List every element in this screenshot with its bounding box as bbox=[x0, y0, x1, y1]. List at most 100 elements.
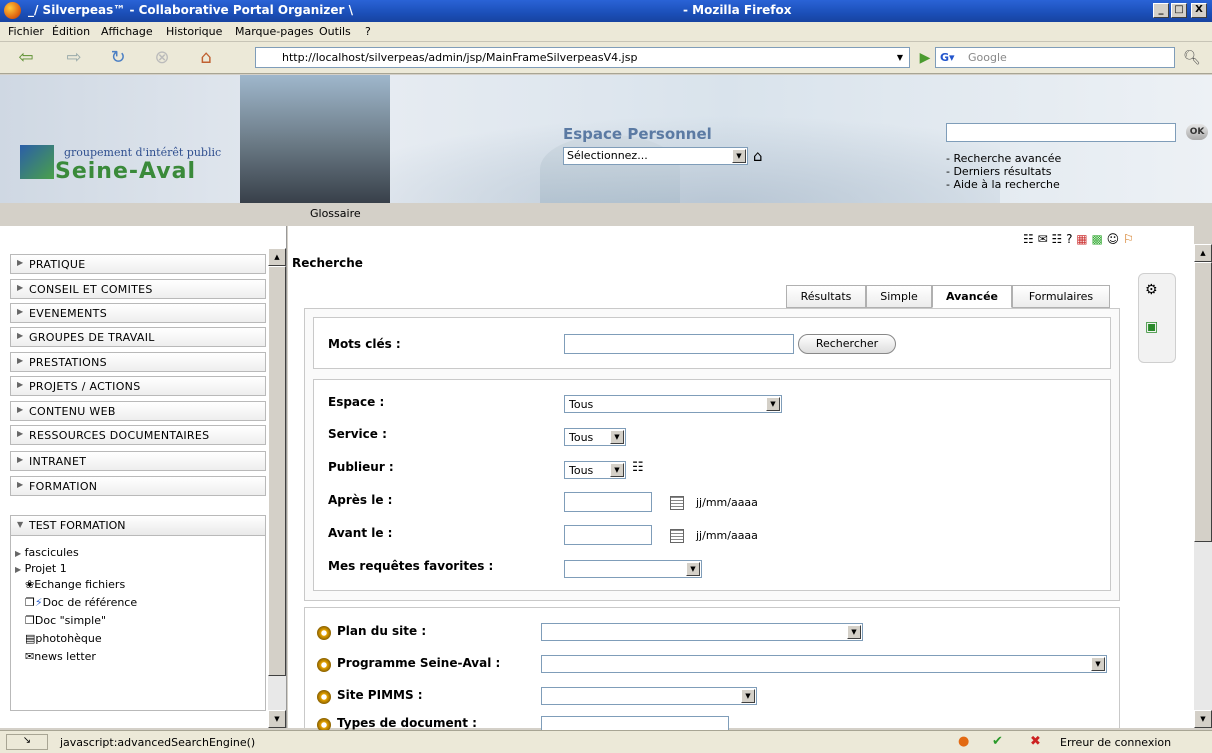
link-recherche-avancee[interactable]: - Recherche avancée bbox=[946, 152, 1061, 165]
map-icon[interactable]: ▦ bbox=[1076, 232, 1087, 246]
main-scroll-thumb[interactable] bbox=[1194, 262, 1212, 542]
notify-icon[interactable]: ⚙︎ bbox=[1145, 282, 1158, 298]
go-icon[interactable]: ▶ bbox=[913, 47, 937, 69]
chevron-down-icon[interactable]: ▼ bbox=[610, 430, 624, 444]
avant-date-input[interactable] bbox=[564, 525, 652, 545]
mail-icon[interactable]: ✉︎ bbox=[1038, 232, 1048, 246]
minimize-button[interactable]: _ bbox=[1153, 3, 1169, 18]
close-button[interactable]: X bbox=[1191, 3, 1207, 18]
menu-intranet[interactable]: ▶ INTRANET bbox=[10, 451, 266, 471]
menu-edition[interactable]: Édition bbox=[52, 25, 90, 38]
scroll-down-icon[interactable]: ▼ bbox=[268, 710, 286, 728]
chevron-down-icon[interactable]: ▼ bbox=[1091, 657, 1105, 671]
plan-dropdown[interactable]: ▼ bbox=[541, 623, 863, 641]
arrow-right-icon: ▶ bbox=[17, 429, 24, 438]
rechercher-button[interactable]: Rechercher bbox=[798, 334, 896, 354]
favorites-dropdown[interactable]: ▼ bbox=[564, 560, 702, 578]
menu-fichier[interactable]: Fichier bbox=[8, 25, 44, 38]
menu-contenu-web[interactable]: ▶ CONTENU WEB bbox=[10, 401, 266, 421]
error-icon[interactable]: ✖︎ bbox=[1030, 734, 1041, 749]
chevron-down-icon[interactable]: ▼ bbox=[732, 149, 746, 163]
maximize-button[interactable]: □ bbox=[1171, 3, 1187, 18]
menu-evenements[interactable]: ▶ EVENEMENTS bbox=[10, 303, 266, 323]
firefox-icon bbox=[4, 2, 21, 19]
save-icon[interactable]: ▣ bbox=[1145, 319, 1158, 335]
url-bar[interactable]: http://localhost/silverpeas/admin/jsp/Ma… bbox=[255, 47, 910, 68]
chevron-down-icon[interactable]: ▼ bbox=[766, 397, 780, 411]
google-icon[interactable]: G▾ bbox=[940, 51, 955, 64]
arrow-right-icon: ▶ bbox=[15, 565, 22, 574]
chevron-down-icon[interactable]: ▼ bbox=[741, 689, 755, 703]
url-dropdown-icon[interactable]: ▼ bbox=[893, 50, 907, 65]
home-icon[interactable]: ⌂ bbox=[194, 47, 218, 69]
web-search-input[interactable]: G▾ Google bbox=[935, 47, 1175, 68]
scroll-up-icon[interactable]: ▲ bbox=[1194, 244, 1212, 262]
menu-pratique[interactable]: ▶ PRATIQUE bbox=[10, 254, 266, 274]
ok-button[interactable]: OK bbox=[1186, 124, 1208, 140]
forward-arrow-icon[interactable]: ⇨ bbox=[62, 47, 86, 69]
menu-marque-pages[interactable]: Marque-pages bbox=[235, 25, 313, 38]
navigation-toolbar: ⇦ ⇨ ↻ ⊗ ⌂ http://localhost/silverpeas/ad… bbox=[0, 42, 1212, 74]
user-select-icon[interactable]: ☷ bbox=[632, 460, 644, 475]
pimms-dropdown[interactable]: ▼ bbox=[541, 687, 757, 705]
window-title: _/ Silverpeas™ - Collaborative Portal Or… bbox=[28, 3, 792, 17]
link-derniers-resultats[interactable]: - Derniers résultats bbox=[946, 165, 1051, 178]
menu-historique[interactable]: Historique bbox=[166, 25, 222, 38]
search-form-panel: Mots clés : Rechercher Espace : Tous ▼ S… bbox=[304, 308, 1120, 601]
stop-icon[interactable]: ⊗ bbox=[150, 47, 174, 69]
file-exchange-icon: ❀ bbox=[25, 578, 35, 591]
espace-home-icon[interactable]: ⌂ bbox=[753, 147, 763, 165]
chevron-down-icon[interactable]: ▼ bbox=[847, 625, 861, 639]
sitemap-icon[interactable]: ☷ bbox=[1051, 232, 1062, 246]
tab-resultats[interactable]: Résultats bbox=[786, 285, 866, 308]
apres-date-input[interactable] bbox=[564, 492, 652, 512]
left-scrollbar[interactable]: ▲ ▼ bbox=[268, 248, 286, 728]
menu-formation[interactable]: ▶ FORMATION bbox=[10, 476, 266, 496]
tab-avancee[interactable]: Avancée bbox=[932, 285, 1012, 308]
publieur-dropdown[interactable]: Tous ▼ bbox=[564, 461, 626, 479]
menu-help[interactable]: ? bbox=[365, 25, 371, 38]
portal-search-input[interactable] bbox=[946, 123, 1176, 142]
tab-formulaires[interactable]: Formulaires bbox=[1012, 285, 1110, 308]
service-dropdown[interactable]: Tous ▼ bbox=[564, 428, 626, 446]
help-icon[interactable]: ? bbox=[1066, 232, 1072, 246]
menu-projets[interactable]: ▶ PROJETS / ACTIONS bbox=[10, 376, 266, 396]
chevron-down-icon[interactable]: ▼ bbox=[686, 562, 700, 576]
menu-outils[interactable]: Outils bbox=[319, 25, 351, 38]
espace-select[interactable]: Sélectionnez... ▼ bbox=[563, 147, 748, 165]
tree-item-news-letter[interactable]: ✉︎news letter bbox=[25, 650, 96, 663]
menu-prestations[interactable]: ▶ PRESTATIONS bbox=[10, 352, 266, 372]
grid-icon[interactable]: ▩ bbox=[1091, 232, 1102, 246]
programme-dropdown[interactable]: ▼ bbox=[541, 655, 1107, 673]
left-scroll-thumb[interactable] bbox=[268, 266, 286, 676]
tab-simple[interactable]: Simple bbox=[866, 285, 932, 308]
org-chart-icon[interactable]: ☷ bbox=[1023, 232, 1034, 246]
menu-conseil[interactable]: ▶ CONSEIL ET COMITES bbox=[10, 279, 266, 299]
menu-affichage[interactable]: Affichage bbox=[101, 25, 153, 38]
reload-icon[interactable]: ↻ bbox=[106, 47, 130, 69]
scroll-up-icon[interactable]: ▲ bbox=[268, 248, 286, 266]
tree-item-projet1[interactable]: ▶ Projet 1 bbox=[15, 562, 67, 575]
glossaire-link[interactable]: Glossaire bbox=[310, 207, 361, 220]
tree-item-doc-reference[interactable]: ❐⚡︎Doc de référence bbox=[25, 596, 137, 609]
tree-item-photoheque[interactable]: ▤photohèque bbox=[25, 632, 102, 645]
scroll-down-icon[interactable]: ▼ bbox=[1194, 710, 1212, 728]
tree-item-echange[interactable]: ❀Echange fichiers bbox=[25, 578, 125, 591]
search-icon[interactable]: 🔍︎ bbox=[1180, 47, 1204, 69]
espace-dropdown[interactable]: Tous ▼ bbox=[564, 395, 782, 413]
tree-item-doc-simple[interactable]: ❐Doc "simple" bbox=[25, 614, 106, 627]
calendar-icon[interactable] bbox=[670, 496, 684, 510]
user-icon[interactable]: ☺︎ bbox=[1107, 232, 1120, 246]
calendar-icon[interactable] bbox=[670, 529, 684, 543]
chevron-down-icon[interactable]: ▼ bbox=[610, 463, 624, 477]
link-aide-recherche[interactable]: - Aide à la recherche bbox=[946, 178, 1060, 191]
menu-groupes[interactable]: ▶ GROUPES DE TRAVAIL bbox=[10, 327, 266, 347]
logout-icon[interactable]: ⚐︎ bbox=[1123, 232, 1134, 246]
menu-ressources[interactable]: ▶ RESSOURCES DOCUMENTAIRES bbox=[10, 425, 266, 445]
back-arrow-icon[interactable]: ⇦ bbox=[14, 47, 38, 69]
main-scrollbar[interactable]: ▲ ▼ bbox=[1194, 244, 1212, 728]
tree-item-fascicules[interactable]: ▶ fascicules bbox=[15, 546, 79, 559]
ok-status-icon: ✔︎ bbox=[992, 734, 1003, 749]
keywords-input[interactable] bbox=[564, 334, 794, 354]
test-formation-header[interactable]: ▼ TEST FORMATION bbox=[11, 516, 265, 536]
